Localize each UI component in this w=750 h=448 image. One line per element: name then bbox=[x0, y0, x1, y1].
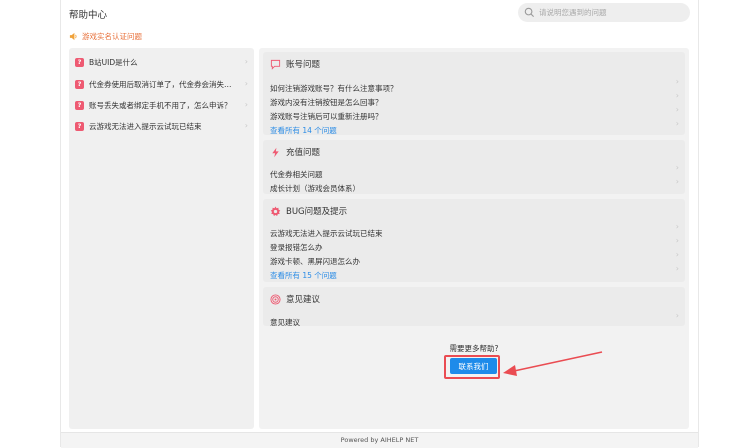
list-item[interactable]: ? B站UID是什么 › bbox=[75, 55, 248, 69]
chevron-right-icon: › bbox=[675, 222, 679, 231]
search-input[interactable] bbox=[539, 3, 684, 22]
faq-row[interactable]: 意见建议 › bbox=[270, 310, 679, 327]
section-title: 账号问题 bbox=[286, 60, 321, 70]
target-icon bbox=[270, 293, 281, 305]
hot-questions-list: ? B站UID是什么 › ? 代金券使用后取消订单了，代金券会消失吗？ › ? … bbox=[69, 48, 254, 429]
section-title: 充值问题 bbox=[286, 148, 321, 158]
faq-row[interactable]: 成长计划（游戏会员体系） › bbox=[270, 176, 679, 193]
faq-row[interactable]: 代金券相关问题 › bbox=[270, 162, 679, 179]
section-bug: BUG问题及提示 云游戏无法进入提示云试玩已结束 › 登录报错怎么办 › 游戏卡… bbox=[263, 199, 685, 282]
chevron-right-icon: › bbox=[675, 250, 679, 259]
chevron-right-icon: › bbox=[675, 177, 679, 186]
chevron-right-icon: › bbox=[244, 79, 248, 88]
question-badge-icon: ? bbox=[75, 57, 84, 67]
section-title: BUG问题及提示 bbox=[286, 207, 348, 217]
list-item-label: 云游戏无法进入提示云试玩已结束 bbox=[89, 121, 202, 131]
chevron-right-icon: › bbox=[675, 105, 679, 114]
footer: Powered by AIHELP NET bbox=[61, 432, 698, 448]
faq-row-label: 意见建议 bbox=[270, 318, 300, 327]
gear-icon bbox=[270, 206, 281, 216]
search-icon bbox=[524, 7, 535, 18]
chat-bubble-icon bbox=[270, 59, 281, 70]
highlight-box bbox=[444, 355, 500, 379]
question-badge-icon: ? bbox=[75, 121, 84, 131]
page-title: 帮助中心 bbox=[69, 10, 108, 21]
question-badge-icon: ? bbox=[75, 100, 84, 110]
chevron-right-icon: › bbox=[244, 57, 248, 66]
faq-row[interactable]: 游戏内没有注销按钮是怎么回事？ › bbox=[270, 90, 679, 107]
notice-text: 游戏实名认证问题 bbox=[82, 32, 142, 41]
speaker-icon bbox=[69, 32, 77, 41]
chevron-right-icon: › bbox=[675, 236, 679, 245]
list-item[interactable]: ? 代金券使用后取消订单了，代金券会消失吗？ › bbox=[75, 77, 248, 91]
chevron-right-icon: › bbox=[675, 163, 679, 172]
view-all-link[interactable]: 查看所有 15 个问题 › bbox=[270, 263, 679, 280]
search-box[interactable] bbox=[518, 3, 690, 22]
view-all-link[interactable]: 查看所有 14 个问题 › bbox=[270, 118, 679, 135]
list-item-label: B站UID是什么 bbox=[89, 57, 138, 67]
section-account: 账号问题 如何注销游戏账号？有什么注意事项？ › 游戏内没有注销按钮是怎么回事？… bbox=[263, 52, 685, 135]
faq-row[interactable]: 登录报错怎么办 › bbox=[270, 235, 679, 252]
list-item[interactable]: ? 云游戏无法进入提示云试玩已结束 › bbox=[75, 119, 248, 133]
chevron-right-icon: › bbox=[244, 100, 248, 109]
chevron-right-icon: › bbox=[675, 91, 679, 100]
lightning-icon bbox=[272, 147, 279, 157]
list-item-label: 代金券使用后取消订单了，代金券会消失吗？ bbox=[89, 79, 237, 89]
section-payment: 充值问题 代金券相关问题 › 成长计划（游戏会员体系） › bbox=[263, 140, 685, 194]
view-all-label: 查看所有 15 个问题 bbox=[270, 271, 337, 280]
help-center-panel: 帮助中心 游戏实名认证问题 ? B站UID是什么 › ? 代金券使用后取消订单了… bbox=[60, 0, 699, 448]
chevron-right-icon: › bbox=[244, 121, 248, 130]
section-feedback: 意见建议 意见建议 › bbox=[263, 287, 685, 327]
section-title: 意见建议 bbox=[286, 295, 321, 305]
more-help-text: 需要更多帮助? bbox=[449, 344, 499, 353]
chevron-right-icon: › bbox=[675, 77, 679, 86]
chevron-right-icon: › bbox=[675, 311, 679, 320]
chevron-right-icon: › bbox=[675, 119, 679, 128]
chevron-right-icon: › bbox=[675, 264, 679, 273]
view-all-label: 查看所有 14 个问题 bbox=[270, 126, 337, 135]
faq-row[interactable]: 游戏账号注销后可以重新注册吗？ › bbox=[270, 104, 679, 121]
question-badge-icon: ? bbox=[75, 79, 84, 89]
notice-banner[interactable]: 游戏实名认证问题 bbox=[69, 31, 142, 42]
faq-row-label: 成长计划（游戏会员体系） bbox=[270, 184, 360, 193]
faq-row[interactable]: 如何注销游戏账号？有什么注意事项？ › bbox=[270, 76, 679, 93]
list-item-label: 账号丢失或者绑定手机不用了，怎么申诉？ bbox=[89, 100, 232, 110]
list-item[interactable]: ? 账号丢失或者绑定手机不用了，怎么申诉？ › bbox=[75, 98, 248, 112]
faq-row[interactable]: 游戏卡顿、黑屏闪退怎么办 › bbox=[270, 249, 679, 266]
faq-row[interactable]: 云游戏无法进入提示云试玩已结束 › bbox=[270, 221, 679, 238]
